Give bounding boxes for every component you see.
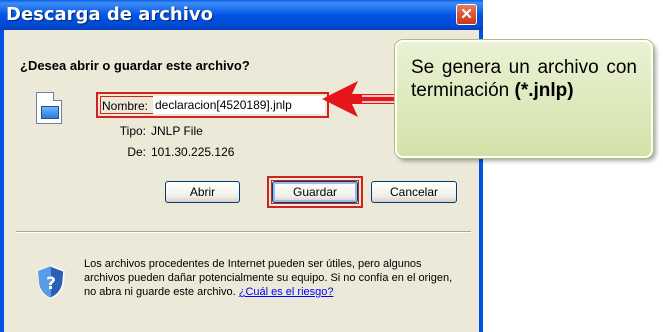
from-label: De: — [127, 145, 146, 159]
close-button[interactable]: ✕ — [456, 4, 477, 25]
open-button[interactable]: Abrir — [165, 181, 240, 203]
filename-highlight: Nombre: declaracion[4520189].jnlp — [96, 92, 329, 118]
title-bar[interactable]: Descarga de archivo ✕ — [0, 0, 483, 30]
file-icon — [36, 92, 62, 124]
from-value: 101.30.225.126 — [151, 145, 235, 159]
shield-icon: ? — [37, 265, 65, 299]
risk-link[interactable]: ¿Cuál es el riesgo? — [239, 286, 334, 298]
red-arrow — [322, 81, 402, 117]
question-text: ¿Desea abrir o guardar este archivo? — [20, 58, 250, 73]
dialog-title: Descarga de archivo — [6, 4, 213, 25]
type-value: JNLP File — [151, 124, 203, 138]
save-button[interactable]: Guardar — [272, 181, 358, 203]
annotation-callout: Se genera un archivo con terminación (*.… — [395, 40, 653, 158]
filename-value: declaracion[4520189].jnlp — [153, 96, 325, 114]
cancel-button[interactable]: Cancelar — [371, 181, 457, 203]
callout-extension: (*.jnlp) — [514, 80, 574, 101]
close-icon: ✕ — [460, 6, 473, 23]
svg-text:?: ? — [46, 274, 56, 294]
separator — [16, 231, 471, 233]
security-warning: Los archivos procedentes de Internet pue… — [84, 257, 464, 299]
type-label: Tipo: — [119, 124, 146, 138]
name-label: Nombre: — [102, 99, 149, 113]
